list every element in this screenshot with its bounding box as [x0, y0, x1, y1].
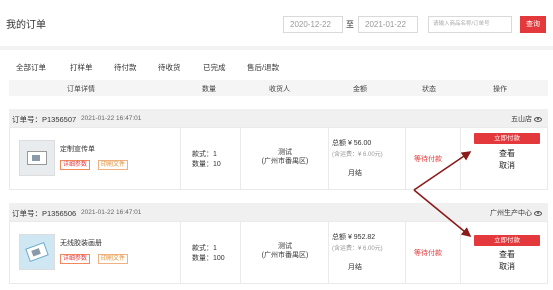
start-date-input[interactable]: 2020-12-22: [283, 16, 343, 33]
pay-now-button[interactable]: 立即付款: [474, 133, 540, 144]
eye-icon[interactable]: [534, 116, 542, 122]
tab-pending-payment[interactable]: 待付款: [114, 62, 137, 73]
order-total: 总额 ¥ 952.82: [332, 234, 376, 241]
order-header: 订单号：P1356507 2021-01-22 16:47:01 五山店: [9, 109, 548, 127]
column-divider: [460, 222, 461, 283]
column-divider: [240, 222, 241, 283]
order-search-input[interactable]: 请输入商品名称/订单号: [428, 16, 512, 33]
product-thumbnail[interactable]: [19, 234, 55, 270]
receiver-info: 测试 (广州市番禺区): [250, 242, 320, 260]
store-name[interactable]: 广州生产中心: [490, 208, 542, 218]
tab-completed[interactable]: 已完成: [203, 62, 226, 73]
details-params-tag[interactable]: 详细参数: [60, 254, 91, 264]
th-status: 状态: [422, 86, 436, 93]
column-divider: [460, 128, 461, 189]
pay-now-button[interactable]: 立即付款: [474, 235, 540, 246]
store-name[interactable]: 五山店: [511, 114, 542, 124]
column-divider: [405, 222, 406, 283]
view-order-link[interactable]: 查看: [474, 148, 540, 159]
store-label: 五山店: [511, 116, 532, 123]
tab-all-orders[interactable]: 全部订单: [16, 62, 46, 73]
product-image: [27, 151, 47, 165]
table-header: 订单详情 数量 收货人 金额 状态 操作: [9, 80, 548, 96]
styles-count: 款式：1: [192, 245, 217, 252]
order-card: 订单号：P1356506 2021-01-22 16:47:01 广州生产中心 …: [9, 203, 548, 284]
th-order-details: 订单详情: [67, 86, 95, 93]
date-range-separator: 至: [346, 20, 354, 29]
product-name[interactable]: 定制宣传单: [60, 144, 95, 154]
order-time: 2021-01-22 16:47:01: [81, 114, 142, 122]
cancel-order-link[interactable]: 取消: [474, 160, 540, 171]
order-status: 等待付款: [414, 156, 442, 163]
quantity-value: 数量：100: [192, 255, 225, 262]
order-status: 等待付款: [414, 250, 442, 257]
column-divider: [328, 222, 329, 283]
tab-sample-orders[interactable]: 打样单: [70, 62, 93, 73]
order-row: 定制宣传单 详细参数 印刷文件 款式：1 数量：10 测试 (广州市番禺区) 总…: [9, 127, 548, 190]
column-divider: [240, 128, 241, 189]
product-thumbnail[interactable]: [19, 140, 55, 176]
details-params-tag[interactable]: 详细参数: [60, 160, 91, 170]
query-button[interactable]: 查询: [520, 16, 546, 33]
column-divider: [180, 128, 181, 189]
section-divider: [0, 46, 553, 50]
column-divider: [405, 128, 406, 189]
payment-type: 月结: [348, 170, 362, 177]
payment-type: 月结: [348, 264, 362, 271]
order-card: 订单号：P1356507 2021-01-22 16:47:01 五山店 定制宣…: [9, 109, 548, 190]
store-label: 广州生产中心: [490, 210, 532, 217]
tab-pending-receipt[interactable]: 待收货: [158, 62, 181, 73]
receiver-area: (广州市番禺区): [261, 158, 309, 165]
page-header: 我的订单 2020-12-22 至 2021-01-22 请输入商品名称/订单号…: [0, 0, 553, 46]
product-image: [25, 242, 49, 262]
print-file-tag[interactable]: 印刷文件: [98, 254, 129, 264]
order-header: 订单号：P1356506 2021-01-22 16:47:01 广州生产中心: [9, 203, 548, 221]
column-divider: [180, 222, 181, 283]
tab-after-sales[interactable]: 售后/退款: [247, 62, 279, 73]
view-order-link[interactable]: 查看: [474, 249, 540, 260]
freight-fee: (含运费：¥ 6.00元): [332, 246, 383, 252]
quantity-value: 数量：10: [192, 161, 221, 168]
styles-count: 款式：1: [192, 151, 217, 158]
product-name[interactable]: 无线胶装画册: [60, 238, 102, 248]
th-quantity: 数量: [202, 86, 216, 93]
order-number: 订单号：P1356507: [12, 115, 77, 124]
print-file-tag[interactable]: 印刷文件: [98, 160, 129, 170]
order-number: 订单号：P1356506: [12, 209, 77, 218]
receiver-info: 测试 (广州市番禺区): [250, 148, 320, 166]
receiver-name: 测试: [278, 243, 292, 250]
receiver-name: 测试: [278, 149, 292, 156]
cancel-order-link[interactable]: 取消: [474, 261, 540, 272]
page-title: 我的订单: [6, 20, 46, 31]
end-date-input[interactable]: 2021-01-22: [358, 16, 418, 33]
th-amount: 金额: [353, 86, 367, 93]
order-tabs: 全部订单 打样单 待付款 待收货 已完成 售后/退款: [0, 62, 553, 76]
order-total: 总额 ¥ 56.00: [332, 140, 372, 147]
eye-icon[interactable]: [534, 210, 542, 216]
order-row: 无线胶装画册 详细参数 印刷文件 款式：1 数量：100 测试 (广州市番禺区)…: [9, 221, 548, 284]
freight-fee: (含运费：¥ 6.00元): [332, 152, 383, 158]
th-receiver: 收货人: [269, 86, 290, 93]
column-divider: [328, 128, 329, 189]
receiver-area: (广州市番禺区): [261, 252, 309, 259]
order-time: 2021-01-22 16:47:01: [81, 208, 142, 216]
th-actions: 操作: [493, 86, 507, 93]
